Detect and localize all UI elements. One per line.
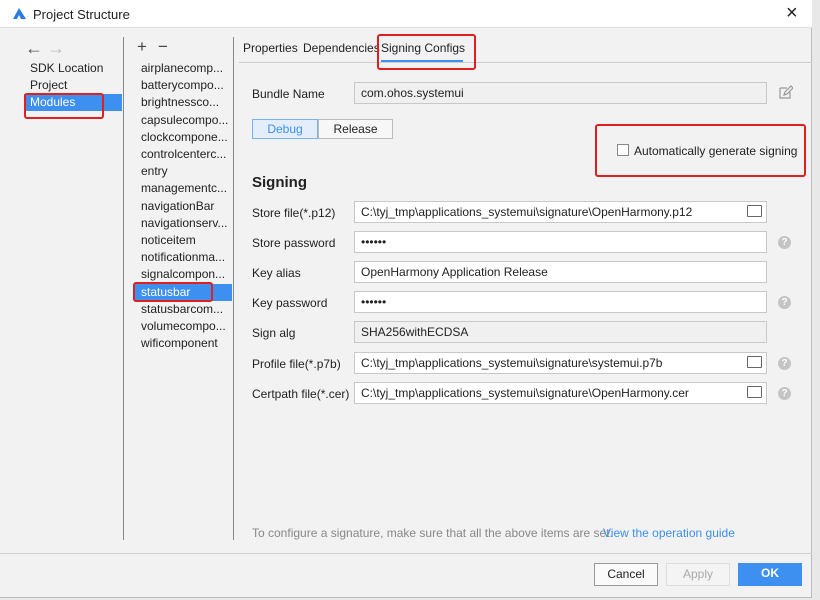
edit-icon[interactable] (778, 85, 793, 100)
field-value: •••••• (361, 295, 387, 309)
apply-button[interactable]: Apply (666, 563, 730, 586)
footer-hint: To configure a signature, make sure that… (252, 526, 613, 540)
module-item[interactable]: statusbarcom... (134, 301, 232, 318)
field-value: C:\tyj_tmp\applications_systemui\signatu… (361, 386, 689, 400)
project-structure-dialog: Project Structure × ← → SDK Location Pro… (0, 0, 812, 598)
field-label: Sign alg (252, 326, 296, 340)
app-logo-icon (13, 8, 26, 19)
module-item[interactable]: wificomponent (134, 335, 232, 352)
bundle-name-field[interactable]: com.ohos.systemui (354, 82, 767, 104)
back-icon[interactable]: ← (25, 38, 43, 59)
divider (233, 37, 234, 540)
folder-icon[interactable] (747, 356, 762, 368)
help-icon[interactable]: ? (778, 236, 791, 249)
folder-icon[interactable] (747, 205, 762, 217)
signing-title: Signing (252, 174, 307, 191)
signing-field[interactable]: C:\tyj_tmp\applications_systemui\signatu… (354, 352, 767, 374)
forward-icon[interactable]: → (47, 38, 65, 59)
field-value: •••••• (361, 235, 387, 249)
window-title: Project Structure (33, 7, 130, 22)
highlight-box (133, 282, 213, 302)
module-item[interactable]: navigationserv... (134, 215, 232, 232)
highlight-box (595, 124, 806, 177)
operation-guide-link[interactable]: View the operation guide (603, 526, 735, 540)
tab-dependencies[interactable]: Dependencies (303, 41, 380, 57)
signing-field[interactable]: •••••• (354, 291, 767, 313)
module-item[interactable]: entry (134, 163, 232, 180)
help-icon[interactable]: ? (778, 357, 791, 370)
folder-icon[interactable] (747, 386, 762, 398)
help-icon[interactable]: ? (778, 296, 791, 309)
module-item[interactable]: navigationBar (134, 198, 232, 215)
module-item[interactable]: capsulecompo... (134, 112, 232, 129)
release-toggle[interactable]: Release (318, 119, 393, 139)
module-item[interactable]: airplanecomp... (134, 60, 232, 77)
highlight-box (377, 34, 476, 70)
field-label: Store password (252, 236, 336, 250)
signing-field[interactable]: SHA256withECDSA (354, 321, 767, 343)
module-item[interactable]: clockcompone... (134, 129, 232, 146)
field-label: Key alias (252, 266, 301, 280)
module-item[interactable]: noticeitem (134, 232, 232, 249)
module-item[interactable]: brightnessco... (134, 94, 232, 111)
signing-field[interactable]: C:\tyj_tmp\applications_systemui\signatu… (354, 201, 767, 223)
field-label: Key password (252, 296, 328, 310)
title-bar: Project Structure × (0, 0, 812, 28)
module-item[interactable]: notificationma... (134, 249, 232, 266)
debug-toggle[interactable]: Debug (252, 119, 318, 139)
add-icon[interactable]: + (137, 37, 147, 57)
nav-item-sdk-location[interactable]: SDK Location (24, 60, 122, 77)
field-value: C:\tyj_tmp\applications_systemui\signatu… (361, 356, 663, 370)
module-item[interactable]: controlcenterc... (134, 146, 232, 163)
remove-icon[interactable]: − (158, 37, 168, 57)
divider (123, 37, 124, 540)
field-label: Certpath file(*.cer) (252, 387, 350, 401)
help-icon[interactable]: ? (778, 387, 791, 400)
signing-field[interactable]: C:\tyj_tmp\applications_systemui\signatu… (354, 382, 767, 404)
footer-separator (0, 553, 812, 554)
module-item[interactable]: volumecompo... (134, 318, 232, 335)
cancel-button[interactable]: Cancel (594, 563, 658, 586)
signing-field[interactable]: •••••• (354, 231, 767, 253)
field-value: OpenHarmony Application Release (361, 265, 548, 279)
nav-item-project[interactable]: Project (24, 77, 122, 94)
module-item[interactable]: managementc... (134, 180, 232, 197)
field-value: SHA256withECDSA (361, 325, 469, 339)
module-item[interactable]: signalcompon... (134, 266, 232, 283)
field-label: Store file(*.p12) (252, 206, 336, 220)
ok-button[interactable]: OK (738, 563, 802, 586)
module-item[interactable]: batterycompo... (134, 77, 232, 94)
tab-properties[interactable]: Properties (243, 41, 298, 57)
tab-separator (239, 62, 812, 63)
signing-field[interactable]: OpenHarmony Application Release (354, 261, 767, 283)
field-value: C:\tyj_tmp\applications_systemui\signatu… (361, 205, 693, 219)
highlight-box (24, 93, 104, 119)
bundle-name-label: Bundle Name (252, 87, 325, 101)
field-label: Profile file(*.p7b) (252, 357, 341, 371)
close-icon[interactable]: × (786, 2, 798, 25)
